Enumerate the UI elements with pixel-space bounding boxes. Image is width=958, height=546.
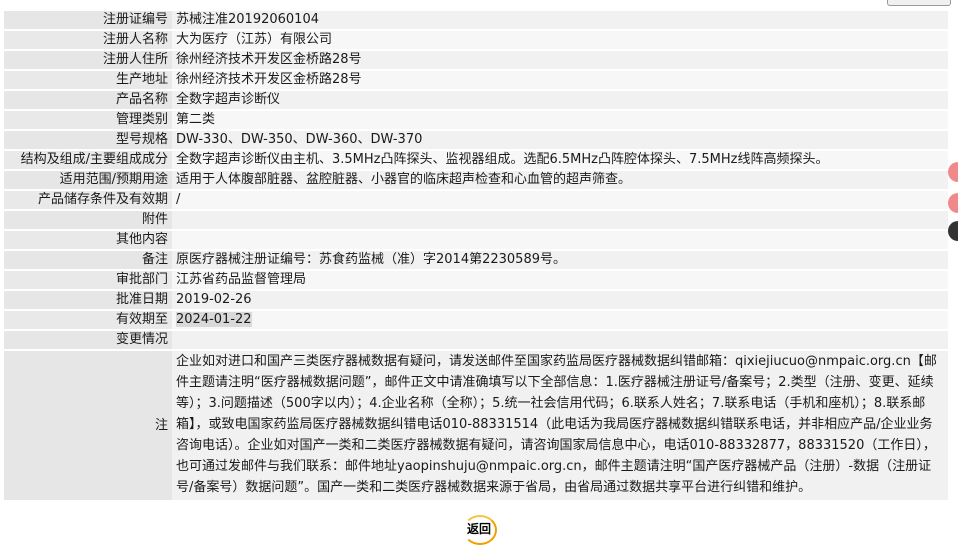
row-value: 适用于人体腹部脏器、盆腔脏器、小器官的临床超声检查和心血管的超声筛查。 — [172, 171, 948, 189]
table-row: 备注 原医疗器械注册证编号：苏食药监械（准）字2014第2230589号。 — [4, 251, 948, 269]
row-label: 审批部门 — [4, 271, 172, 289]
row-label: 批准日期 — [4, 291, 172, 309]
row-label: 生产地址 — [4, 71, 172, 89]
row-label: 产品名称 — [4, 91, 172, 109]
row-value: 全数字超声诊断仪由主机、3.5MHz凸阵探头、监视器组成。选配6.5MHz凸阵腔… — [172, 151, 948, 169]
table-row: 附件 — [4, 211, 948, 229]
row-value: / — [172, 191, 948, 209]
row-value: 原医疗器械注册证编号：苏食药监械（准）字2014第2230589号。 — [172, 251, 948, 269]
side-favorite-icon[interactable] — [948, 193, 958, 213]
table-row: 其他内容 — [4, 231, 948, 249]
table-row: 适用范围/预期用途 适用于人体腹部脏器、盆腔脏器、小器官的临床超声检查和心血管的超… — [4, 171, 948, 189]
note-label: 注 — [4, 351, 172, 500]
return-button[interactable]: 返回 — [457, 514, 501, 545]
row-label: 产品储存条件及有效期 — [4, 191, 172, 209]
row-label: 变更情况 — [4, 331, 172, 349]
row-value: 江苏省药品监督管理局 — [172, 271, 948, 289]
row-label: 注册人名称 — [4, 31, 172, 49]
table-row: 管理类别 第二类 — [4, 111, 948, 129]
table-row: 批准日期 2019-02-26 — [4, 291, 948, 309]
row-value — [172, 231, 948, 249]
row-value — [172, 211, 948, 229]
row-value: 全数字超声诊断仪 — [172, 91, 948, 109]
row-label: 注册人住所 — [4, 51, 172, 69]
table-row: 产品名称 全数字超声诊断仪 — [4, 91, 948, 109]
table-row: 注册证编号 苏械注准20192060104 — [4, 11, 948, 29]
row-value — [172, 331, 948, 349]
table-row: 注册人名称 大为医疗（江苏）有限公司 — [4, 31, 948, 49]
row-label: 注册证编号 — [4, 11, 172, 29]
table-row: 生产地址 徐州经济技术开发区金桥路28号 — [4, 71, 948, 89]
row-label: 其他内容 — [4, 231, 172, 249]
table-row: 结构及组成/主要组成成分 全数字超声诊断仪由主机、3.5MHz凸阵探头、监视器组成… — [4, 151, 948, 169]
table-row: 产品储存条件及有效期 / — [4, 191, 948, 209]
table-row: 审批部门 江苏省药品监督管理局 — [4, 271, 948, 289]
row-label: 备注 — [4, 251, 172, 269]
return-label: 返回 — [466, 521, 491, 536]
note-row: 注企业如对进口和国产三类医疗器械数据有疑问，请发送邮件至国家药监局医疗器械数据纠… — [4, 351, 948, 500]
highlighted-date: 2024-01-22 — [176, 312, 252, 327]
row-value: 徐州经济技术开发区金桥路28号 — [172, 51, 948, 69]
table-row: 注册人住所 徐州经济技术开发区金桥路28号 — [4, 51, 948, 69]
row-value: 2024-01-22 — [172, 311, 948, 329]
note-text: 企业如对进口和国产三类医疗器械数据有疑问，请发送邮件至国家药监局医疗器械数据纠错… — [172, 351, 948, 500]
detail-table: 注册证编号 苏械注准20192060104 注册人名称 大为医疗（江苏）有限公司 注册人… — [4, 9, 948, 502]
table-row: 型号规格 DW-330、DW-350、DW-360、DW-370 — [4, 131, 948, 149]
row-label: 附件 — [4, 211, 172, 229]
top-bar — [0, 0, 958, 6]
side-close-icon[interactable] — [948, 221, 958, 241]
table-row: 有效期至 2024-01-22 — [4, 311, 948, 329]
row-label: 型号规格 — [4, 131, 172, 149]
top-right-button[interactable] — [887, 0, 951, 6]
row-value: 2019-02-26 — [172, 291, 948, 309]
row-value: DW-330、DW-350、DW-360、DW-370 — [172, 131, 948, 149]
side-share-icon[interactable] — [948, 162, 958, 182]
row-label: 结构及组成/主要组成成分 — [4, 151, 172, 169]
row-value: 苏械注准20192060104 — [172, 11, 948, 29]
table-row: 变更情况 — [4, 331, 948, 349]
row-label: 有效期至 — [4, 311, 172, 329]
row-label: 管理类别 — [4, 111, 172, 129]
row-value: 徐州经济技术开发区金桥路28号 — [172, 71, 948, 89]
row-value: 第二类 — [172, 111, 948, 129]
row-value: 大为医疗（江苏）有限公司 — [172, 31, 948, 49]
row-label: 适用范围/预期用途 — [4, 171, 172, 189]
